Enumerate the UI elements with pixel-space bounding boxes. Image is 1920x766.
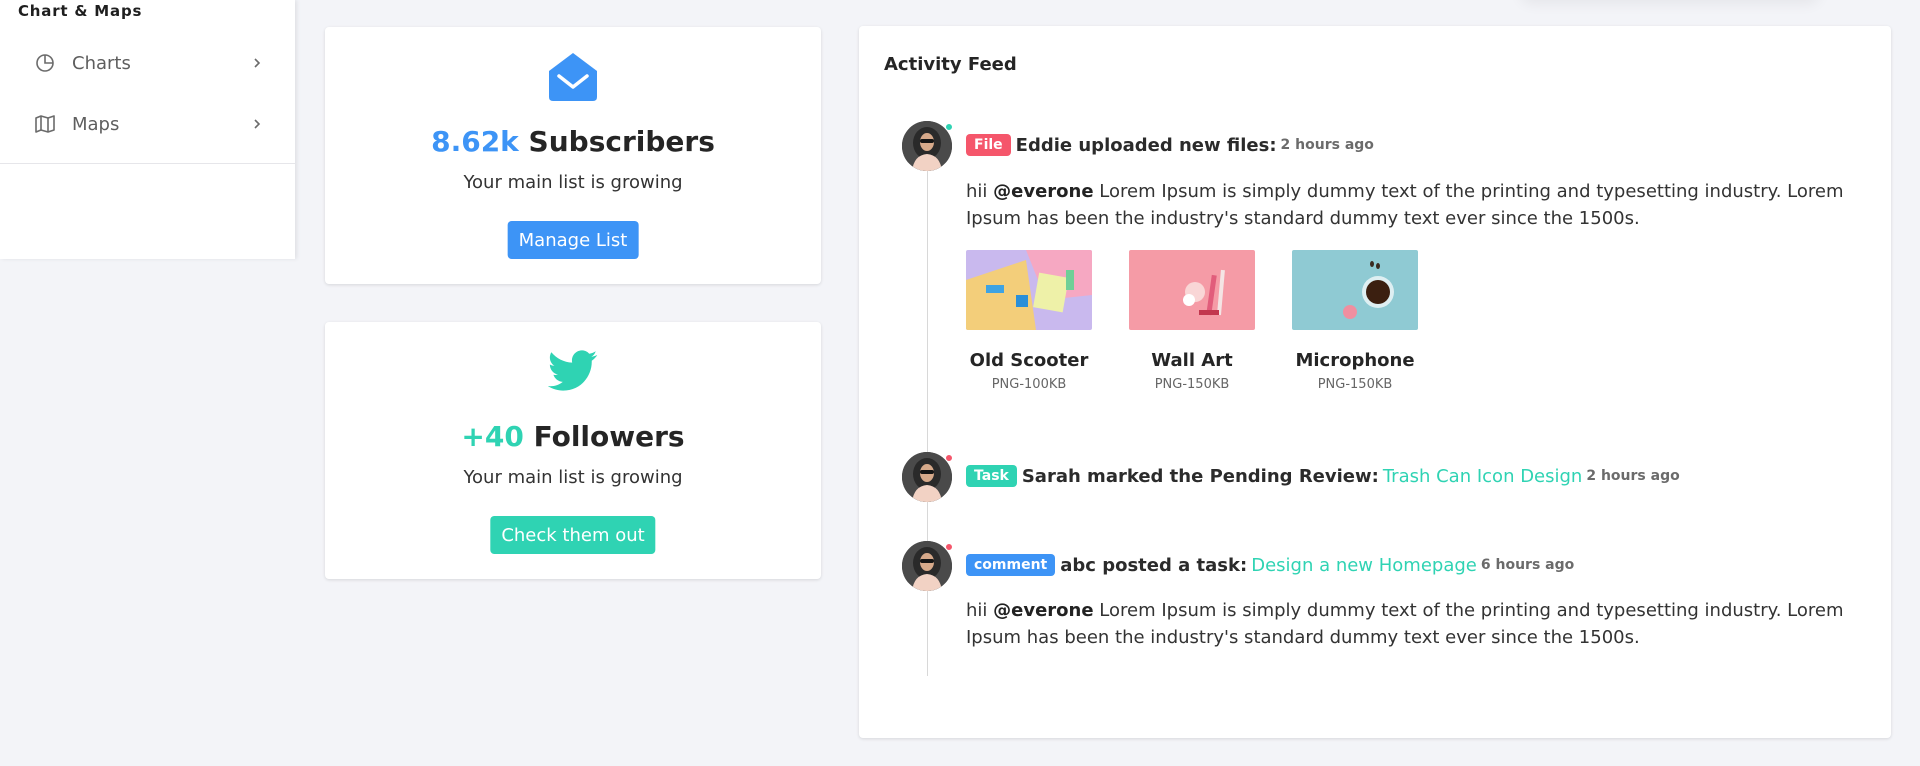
sidebar-section-title: Chart & Maps xyxy=(18,2,143,20)
followers-label: Followers xyxy=(523,420,685,453)
manage-list-button[interactable]: Manage List xyxy=(507,221,639,259)
timeline-line xyxy=(927,136,928,676)
status-dot xyxy=(945,454,953,462)
activity-feed-title: Activity Feed xyxy=(884,54,1017,75)
sidebar-item-charts[interactable]: Charts xyxy=(0,38,295,88)
activity-entry-header: Task Sarah marked the Pending Review: Tr… xyxy=(966,465,1680,487)
activity-entry-header: File Eddie uploaded new files: 2 hours a… xyxy=(966,134,1374,156)
entry-title: abc posted a task: xyxy=(1060,554,1248,576)
entry-title: Sarah marked the Pending Review: xyxy=(1021,465,1379,487)
check-them-out-button[interactable]: Check them out xyxy=(490,516,656,554)
entry-time: 2 hours ago xyxy=(1280,137,1374,153)
subscribers-card: 8.62k Subscribers Your main list is grow… xyxy=(325,27,821,284)
subscribers-label: Subscribers xyxy=(518,125,715,158)
envelope-open-icon xyxy=(547,51,599,107)
subscribers-headline: 8.62k Subscribers xyxy=(325,125,821,158)
file-meta: PNG-150KB xyxy=(1317,377,1393,392)
file-meta: PNG-100KB xyxy=(991,377,1067,392)
mention-prefix: hii xyxy=(966,600,994,621)
file-name: Old Scooter xyxy=(969,350,1089,371)
task-badge: Task xyxy=(966,465,1017,487)
entry-body: Lorem Ipsum is simply dummy text of the … xyxy=(966,181,1844,229)
chevron-right-icon xyxy=(247,53,267,73)
entry-text: hii @everone Lorem Ipsum is simply dummy… xyxy=(966,178,1866,232)
file-name: Microphone xyxy=(1295,350,1415,371)
mention-prefix: hii xyxy=(966,181,994,202)
file-tile[interactable]: Wall Art PNG-150KB xyxy=(1129,250,1255,392)
chevron-right-icon xyxy=(247,114,267,134)
followers-headline: +40 Followers xyxy=(325,420,821,453)
activity-entry-header: comment abc posted a task: Design a new … xyxy=(966,554,1574,576)
followers-subtitle: Your main list is growing xyxy=(463,467,683,488)
entry-time: 6 hours ago xyxy=(1480,557,1575,573)
entry-link[interactable]: Trash Can Icon Design xyxy=(1383,466,1583,487)
activity-feed-card: Activity Feed File Eddie uploaded new fi… xyxy=(859,26,1891,738)
file-thumbnail xyxy=(1129,250,1255,330)
comment-badge: comment xyxy=(966,554,1056,576)
entry-link[interactable]: Design a new Homepage xyxy=(1251,555,1477,576)
followers-count: +40 xyxy=(461,420,524,453)
sidebar-item-maps[interactable]: Maps xyxy=(0,99,295,149)
entry-text: hii @everone Lorem Ipsum is simply dummy… xyxy=(966,597,1866,651)
online-status-dot xyxy=(945,123,953,131)
subscribers-count: 8.62k xyxy=(431,125,519,158)
entry-time: 2 hours ago xyxy=(1586,468,1680,484)
file-name: Wall Art xyxy=(1151,350,1233,371)
sidebar-divider xyxy=(0,163,295,164)
subscribers-subtitle: Your main list is growing xyxy=(463,172,683,193)
entry-body: Lorem Ipsum is simply dummy text of the … xyxy=(966,600,1844,648)
sidebar-item-label: Charts xyxy=(72,52,131,74)
status-dot xyxy=(945,543,953,551)
file-thumbnail xyxy=(966,250,1092,330)
file-meta: PNG-150KB xyxy=(1154,377,1230,392)
file-tile[interactable]: Old Scooter PNG-100KB xyxy=(966,250,1092,392)
file-badge: File xyxy=(966,134,1011,156)
file-thumbnail xyxy=(1292,250,1418,330)
sidebar-item-label: Maps xyxy=(72,113,120,135)
pie-chart-icon xyxy=(34,52,56,74)
twitter-icon xyxy=(547,350,598,396)
followers-card: +40 Followers Your main list is growing … xyxy=(325,322,821,579)
sidebar: Chart & Maps Charts Maps xyxy=(0,0,295,259)
mention[interactable]: @everone xyxy=(993,181,1093,202)
mention[interactable]: @everone xyxy=(993,600,1093,621)
map-icon xyxy=(34,113,56,135)
entry-title: Eddie uploaded new files: xyxy=(1015,134,1277,156)
file-tile[interactable]: Microphone PNG-150KB xyxy=(1292,250,1418,392)
